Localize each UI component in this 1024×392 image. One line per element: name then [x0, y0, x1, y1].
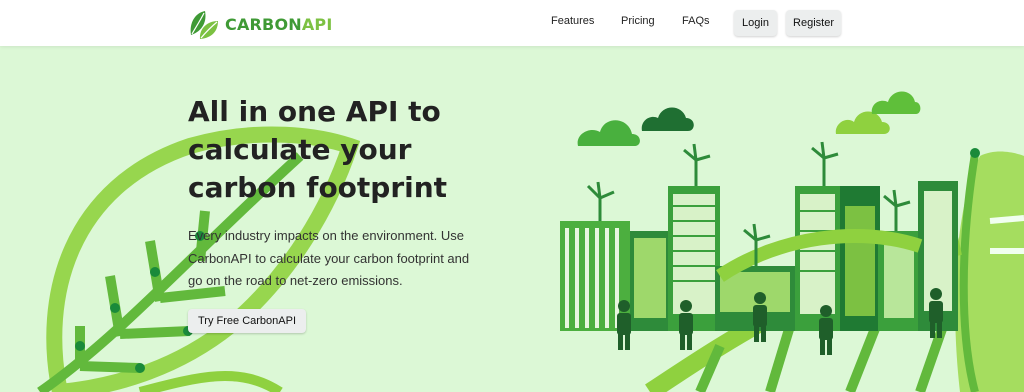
hero-headline: All in one API to calculate your carbon …: [188, 95, 448, 204]
nav-link-pricing[interactable]: Pricing: [621, 15, 655, 27]
top-navbar: CARBONAPI Features Pricing FAQs Login Re…: [0, 0, 1024, 46]
try-free-button[interactable]: Try Free CarbonAPI: [188, 309, 307, 333]
register-button[interactable]: Register: [786, 10, 841, 36]
login-button[interactable]: Login: [734, 10, 777, 36]
brand-logo[interactable]: CARBONAPI: [187, 7, 333, 41]
brand-name: CARBONAPI: [225, 14, 333, 34]
nav-link-faqs[interactable]: FAQs: [682, 15, 710, 27]
cloud-icon: [577, 91, 921, 146]
nav-link-features[interactable]: Features: [551, 15, 594, 27]
hero-description: Every industry impacts on the environmen…: [188, 228, 470, 288]
leaf-logo-icon: [190, 11, 218, 39]
